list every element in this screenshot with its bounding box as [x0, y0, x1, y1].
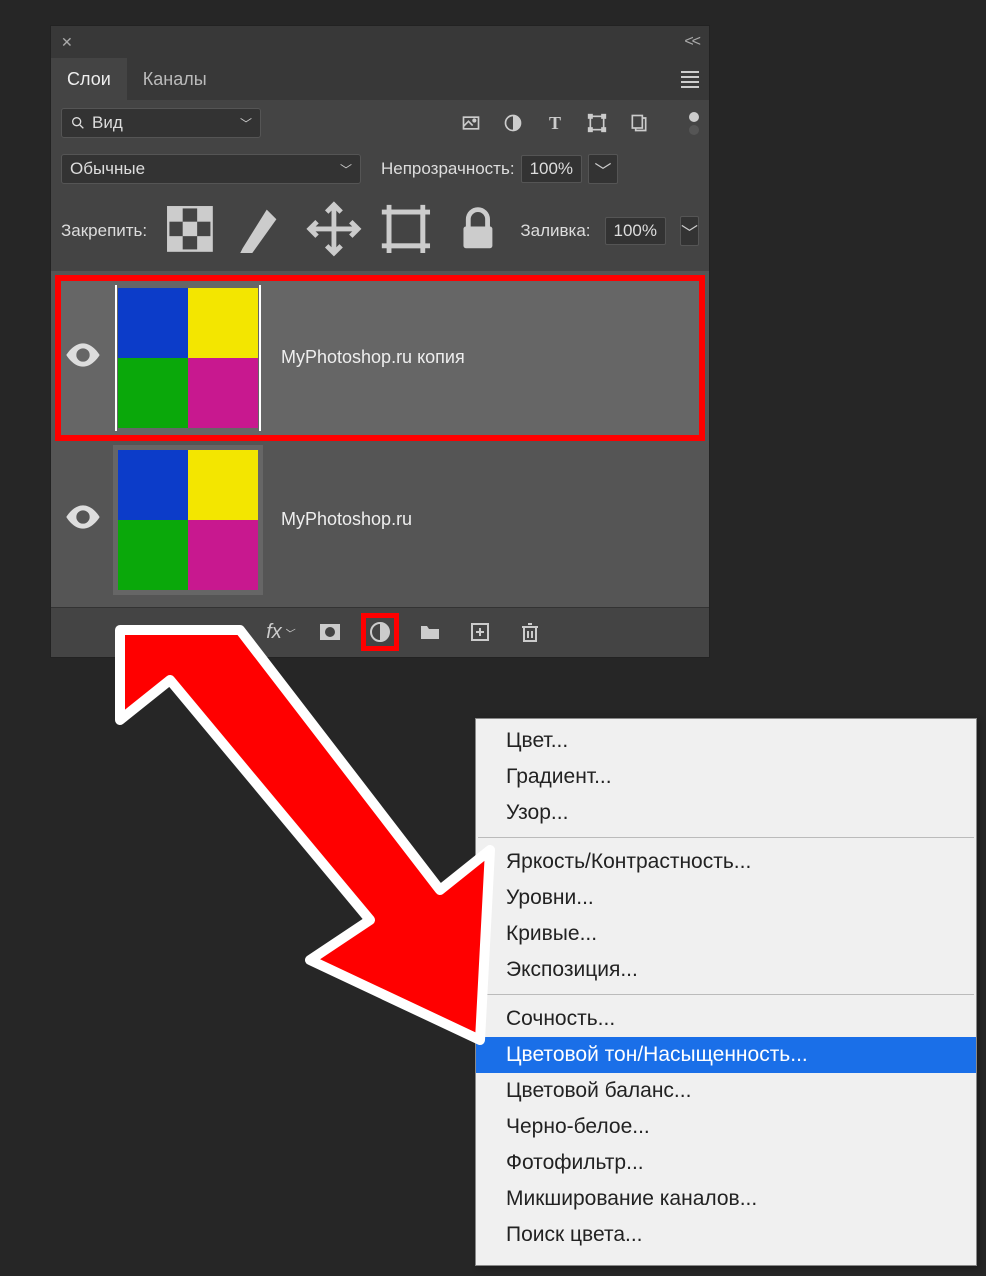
annotation-arrow [60, 610, 530, 1080]
panel-titlebar: ✕ << [51, 26, 709, 58]
lock-toolbar: Закрепить: Заливка: 100% ﹀ [51, 192, 709, 271]
menu-separator [478, 837, 974, 838]
lock-label: Закрепить: [61, 221, 147, 241]
menu-item-levels[interactable]: Уровни... [476, 880, 976, 916]
adjustment-menu: Цвет... Градиент... Узор... Яркость/Конт… [475, 718, 977, 1266]
layer-thumbnail [113, 283, 263, 433]
panel-menu-icon[interactable] [681, 71, 699, 88]
filter-text-icon[interactable]: T [545, 113, 565, 133]
fill-value[interactable]: 100% [605, 217, 666, 245]
new-layer-icon[interactable] [468, 620, 492, 644]
visibility-icon[interactable] [63, 497, 103, 543]
close-icon[interactable]: ✕ [61, 34, 73, 51]
adjustment-layer-icon[interactable] [368, 620, 392, 644]
new-group-icon[interactable] [418, 620, 442, 644]
delete-layer-icon[interactable] [518, 620, 542, 644]
collapse-icon[interactable]: << [684, 33, 699, 51]
link-layers-icon[interactable] [218, 620, 242, 644]
menu-item-photo-filter[interactable]: Фотофильтр... [476, 1145, 976, 1181]
filter-shape-icon[interactable] [587, 113, 607, 133]
layers-footer: fx﹀ [51, 607, 709, 657]
panel-tabs: Слои Каналы [51, 58, 709, 100]
menu-separator [478, 994, 974, 995]
menu-item-gradient[interactable]: Градиент... [476, 759, 976, 795]
opacity-label: Непрозрачность: [381, 159, 515, 179]
opacity-chevron[interactable]: ﹀ [588, 154, 618, 184]
lock-all-icon[interactable] [449, 200, 507, 263]
menu-item-color-lookup[interactable]: Поиск цвета... [476, 1217, 976, 1253]
opacity-value[interactable]: 100% [521, 155, 582, 183]
lock-pixels-icon[interactable] [233, 200, 291, 263]
layer-style-icon[interactable]: fx﹀ [268, 620, 292, 644]
blend-mode-value: Обычные [70, 159, 145, 179]
tab-layers[interactable]: Слои [51, 58, 127, 100]
menu-item-hue-saturation[interactable]: Цветовой тон/Насыщенность... [476, 1037, 976, 1073]
fill-chevron[interactable]: ﹀ [680, 216, 699, 246]
lock-position-icon[interactable] [305, 200, 363, 263]
chevron-down-icon: ﹀ [340, 161, 352, 178]
menu-item-brightness[interactable]: Яркость/Контрастность... [476, 844, 976, 880]
menu-item-vibrance[interactable]: Сочность... [476, 1001, 976, 1037]
layer-filter-toolbar: Вид ﹀ T [51, 100, 709, 146]
visibility-icon[interactable] [63, 335, 103, 381]
filter-adjust-icon[interactable] [503, 113, 523, 133]
filter-pixel-icon[interactable] [461, 113, 481, 133]
lock-transparency-icon[interactable] [161, 200, 219, 263]
menu-item-pattern[interactable]: Узор... [476, 795, 976, 831]
menu-item-solid-color[interactable]: Цвет... [476, 723, 976, 759]
menu-item-curves[interactable]: Кривые... [476, 916, 976, 952]
filter-smart-icon[interactable] [629, 113, 649, 133]
chevron-down-icon: ﹀ [240, 115, 252, 132]
blend-mode-dropdown[interactable]: Обычные ﹀ [61, 154, 361, 184]
layer-mask-icon[interactable] [318, 620, 342, 644]
layer-name[interactable]: MyPhotoshop.ru [281, 509, 412, 530]
menu-item-channel-mixer[interactable]: Микширование каналов... [476, 1181, 976, 1217]
filter-toggle[interactable] [689, 112, 699, 135]
layer-row[interactable]: MyPhotoshop.ru копия [57, 277, 703, 439]
menu-item-black-white[interactable]: Черно-белое... [476, 1109, 976, 1145]
lock-artboard-icon[interactable] [377, 200, 435, 263]
filter-type-label: Вид [92, 113, 123, 133]
layer-thumbnail [113, 445, 263, 595]
layer-name[interactable]: MyPhotoshop.ru копия [281, 347, 465, 368]
layers-panel: ✕ << Слои Каналы Вид ﹀ T Обычные ﹀ [50, 25, 710, 658]
tab-channels[interactable]: Каналы [127, 58, 223, 100]
layer-row[interactable]: MyPhotoshop.ru [57, 439, 703, 601]
blend-toolbar: Обычные ﹀ Непрозрачность: 100% ﹀ [51, 146, 709, 192]
layer-list: MyPhotoshop.ru копия MyPhotoshop.ru [51, 271, 709, 607]
menu-item-color-balance[interactable]: Цветовой баланс... [476, 1073, 976, 1109]
fill-label: Заливка: [520, 221, 590, 241]
filter-type-dropdown[interactable]: Вид ﹀ [61, 108, 261, 138]
menu-item-exposure[interactable]: Экспозиция... [476, 952, 976, 988]
